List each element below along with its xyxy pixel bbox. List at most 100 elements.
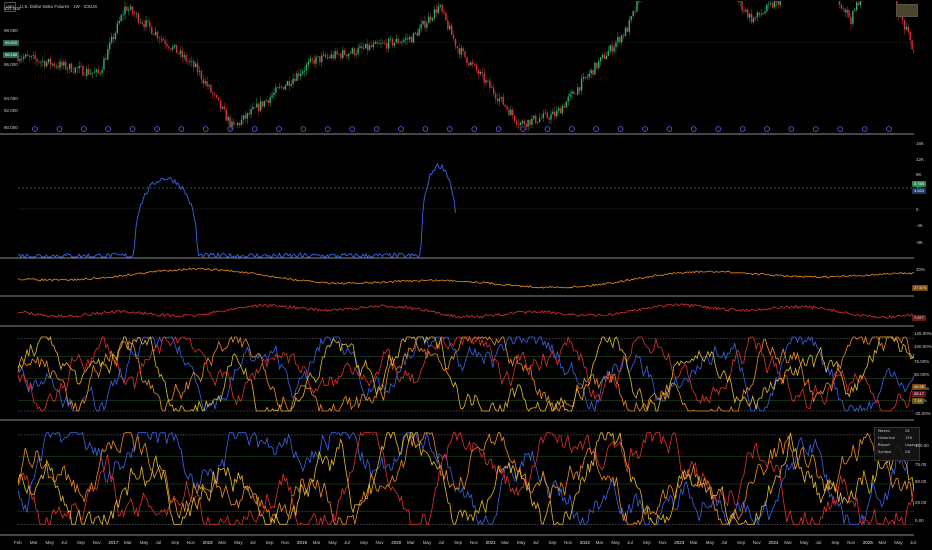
candle-body [493, 87, 495, 94]
red-oscillator-line [17, 303, 915, 319]
candle-body [603, 54, 606, 60]
candle-body [76, 67, 78, 69]
time-tick: Sep [76, 540, 85, 545]
event-marker [276, 126, 282, 132]
candle-body [387, 38, 390, 49]
candle-body [183, 55, 185, 58]
candle-body [542, 113, 545, 118]
candle-body [519, 122, 522, 126]
candle-body [745, 9, 747, 12]
candle-body [779, 1, 781, 5]
event-marker [739, 126, 746, 132]
candle-body [498, 98, 501, 102]
candle-body [410, 37, 413, 43]
candle-body [622, 35, 625, 36]
candle-body [619, 37, 621, 43]
candle-body [282, 86, 285, 90]
candle-body [19, 59, 21, 61]
candle-body [439, 5, 441, 7]
cot-tick-6: -8K [916, 240, 924, 245]
candle-body [143, 23, 145, 28]
candle-body [324, 54, 327, 58]
settings-legend[interactable]: Weeks 26 Historical 156 Report Legacy Symbo… [874, 427, 920, 461]
candle-body [343, 50, 346, 55]
event-marker [446, 126, 453, 132]
candle-body [554, 111, 556, 117]
candle-body [166, 43, 168, 47]
price-range-marker [896, 4, 918, 17]
candle-body [219, 100, 222, 109]
event-marker [129, 126, 136, 132]
orange-oscillator-line [17, 267, 915, 289]
candle-body [152, 34, 155, 36]
event-marker [690, 126, 697, 132]
candle-body [280, 86, 283, 88]
candle-body [429, 16, 432, 21]
time-tick: Jul [155, 540, 162, 545]
cot-badge: 5.784 [912, 181, 927, 187]
candle-body [766, 4, 768, 12]
candle-body [489, 80, 491, 88]
candle-body [462, 48, 464, 52]
event-marker [56, 126, 63, 132]
candle-body [133, 13, 136, 15]
time-tick: Mar [406, 540, 415, 545]
candle-body [487, 80, 489, 81]
candle-body [128, 9, 130, 11]
candle-body [231, 121, 233, 127]
candle-body [389, 38, 392, 40]
red-osc-badge: 7.677 [912, 315, 927, 321]
event-marker [666, 126, 673, 132]
cot-tick-4: 0 [916, 207, 919, 212]
candle-body [162, 38, 164, 41]
event-marker [715, 126, 721, 132]
candle-body [156, 31, 159, 39]
candle-body [68, 63, 71, 69]
candle-body [74, 67, 77, 73]
candle-body [65, 61, 67, 70]
candle-body [382, 42, 384, 44]
candle-body [135, 13, 138, 15]
candle-body [384, 42, 386, 44]
candle-body [114, 32, 117, 40]
candle-body [768, 4, 770, 5]
index-a-badge: 7.18 [912, 398, 924, 404]
candle-body [477, 70, 480, 74]
candle-body [634, 11, 636, 12]
chart-title: U.S. Dollar Index Futures · 1W · ICEUS [20, 4, 98, 9]
candle-body [193, 60, 195, 68]
candle-body [194, 63, 197, 68]
candle-body [55, 66, 57, 67]
candle-body [279, 86, 281, 88]
candle-body [494, 93, 497, 99]
candle-body [475, 64, 478, 71]
candle-body [435, 9, 438, 14]
time-tick: Jul [438, 540, 445, 545]
candle-body [26, 54, 29, 57]
time-tick: Jul [344, 540, 350, 545]
candle-body [546, 112, 548, 118]
candle-body [844, 8, 846, 13]
candle-body [615, 42, 617, 48]
candle-body [630, 16, 632, 20]
candle-body [911, 40, 913, 50]
candle-body [447, 20, 449, 30]
event-marker [154, 126, 160, 132]
time-tick: Nov [847, 540, 856, 545]
candle-body [137, 13, 140, 23]
candle-body [773, 1, 776, 8]
candle-body [416, 32, 418, 36]
candle-body [414, 32, 417, 34]
orange-osc-badge: 27.674 [912, 285, 929, 291]
price-badge: 98.180 [3, 52, 20, 58]
candle-body [510, 109, 512, 116]
candle-body [301, 71, 304, 74]
candle-body [422, 20, 424, 25]
candle-body [588, 73, 590, 77]
candle-body [95, 69, 98, 72]
candle-body [28, 56, 31, 57]
time-tick: Mar [878, 540, 887, 545]
candle-body [363, 48, 365, 49]
candle-body [70, 63, 73, 73]
event-marker [764, 126, 770, 132]
